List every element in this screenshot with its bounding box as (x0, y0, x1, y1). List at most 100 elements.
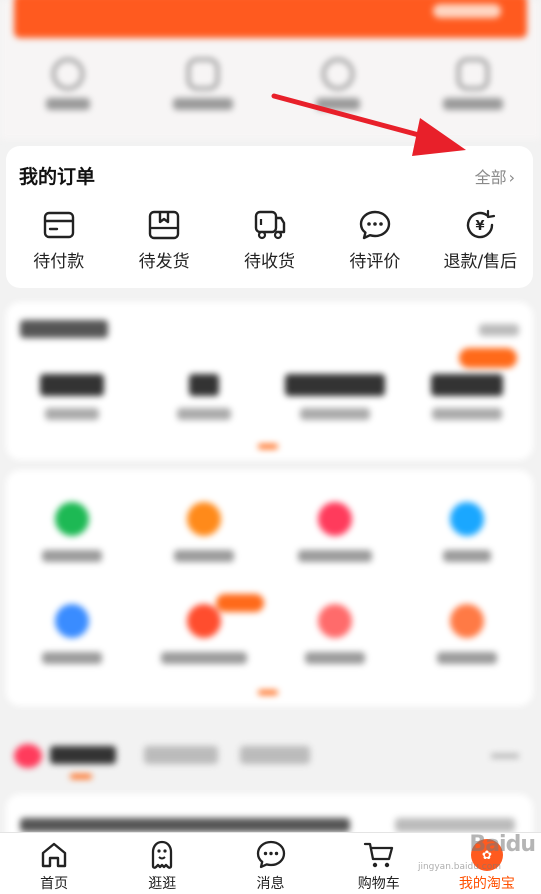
tab-browse[interactable]: 逛逛 (108, 833, 216, 894)
tool-icon (186, 502, 221, 536)
tools-grid-card (6, 470, 533, 706)
store-icon (186, 58, 219, 90)
feed-tab[interactable] (50, 746, 116, 764)
watermark-logo: Baidu (469, 832, 536, 857)
svg-text:¥: ¥ (476, 219, 485, 234)
coupon-icon (457, 58, 490, 90)
order-pending-payment[interactable]: 待付款 (6, 208, 111, 278)
benefit-value (285, 374, 386, 396)
wallet-icon (43, 211, 74, 239)
tool-icon (54, 502, 89, 536)
benefit-value (188, 374, 219, 396)
package-icon (148, 210, 180, 240)
home-icon (41, 842, 67, 868)
benefit-label (432, 408, 503, 420)
benefit-label (44, 408, 99, 420)
tool-icon (186, 604, 221, 638)
benefit-item[interactable] (6, 374, 138, 420)
feed-logo-icon (14, 744, 42, 768)
benefits-view-all-link[interactable] (479, 324, 519, 336)
tools-row (6, 502, 533, 562)
my-orders-card: 我的订单 全部 › 待付款 待发货 待收货 待评价 ¥ 退款/售后 (6, 146, 533, 288)
tool-icon (450, 502, 485, 536)
top-section (0, 0, 541, 140)
feed-tabs (0, 720, 541, 780)
benefit-value (39, 374, 104, 396)
shortcut-coupon[interactable] (406, 58, 541, 128)
benefits-card (6, 302, 533, 460)
benefits-badge (459, 348, 517, 368)
tool-label (437, 652, 498, 664)
tools-row (6, 604, 533, 664)
post-text (20, 818, 350, 832)
browse-icon (152, 840, 173, 869)
order-status-label: 退款/售后 (443, 252, 518, 272)
feed-tab-indicator (70, 774, 92, 779)
top-banner-button[interactable] (433, 4, 501, 18)
watermark-url: jingyan.baidu.com (417, 862, 501, 872)
tool-item[interactable] (138, 502, 270, 562)
tool-badge (216, 594, 264, 612)
tool-icon (450, 604, 485, 638)
benefit-item[interactable] (138, 374, 270, 420)
shortcut-store[interactable] (135, 58, 270, 128)
benefit-value (431, 374, 504, 396)
tab-label: 首页 (40, 876, 69, 892)
benefits-title (20, 320, 108, 338)
shortcut-footprint[interactable] (271, 58, 406, 128)
cart-icon (363, 842, 393, 868)
tab-label: 我的淘宝 (458, 876, 515, 892)
tool-item[interactable] (270, 502, 402, 562)
top-shortcut-row (0, 58, 541, 128)
order-status-label: 待付款 (33, 252, 85, 272)
shortcut-label (316, 98, 361, 110)
star-icon (51, 58, 84, 90)
tab-label: 消息 (256, 876, 285, 892)
tool-label (443, 550, 492, 562)
tab-home[interactable]: 首页 (0, 833, 108, 894)
tab-label: 逛逛 (148, 876, 177, 892)
benefit-label (300, 408, 371, 420)
benefit-item[interactable] (401, 374, 533, 420)
shortcut-favorites[interactable] (0, 58, 135, 128)
tool-label (298, 550, 373, 562)
chevron-right-icon: › (508, 168, 515, 187)
benefits-row (6, 374, 533, 420)
tool-label (173, 550, 234, 562)
orders-view-all-link[interactable]: 全部 › (475, 164, 515, 188)
message-icon (256, 840, 285, 869)
order-pending-shipment[interactable]: 待发货 (111, 208, 216, 278)
tab-label: 购物车 (357, 876, 400, 892)
order-refund-after-sales[interactable]: ¥ 退款/售后 (428, 208, 533, 278)
tool-item[interactable] (6, 502, 138, 562)
tool-item[interactable] (270, 604, 402, 664)
shortcut-label (443, 98, 504, 110)
feed-tab[interactable] (144, 746, 218, 764)
tool-item[interactable] (401, 604, 533, 664)
top-banner[interactable] (14, 0, 527, 38)
more-icon[interactable] (491, 754, 519, 758)
carousel-indicator (258, 690, 278, 695)
shortcut-label (172, 98, 233, 110)
post-meta (395, 818, 515, 832)
shortcut-label (45, 98, 90, 110)
tool-icon (54, 604, 89, 638)
tool-icon (318, 604, 353, 638)
order-status-label: 待评价 (349, 252, 401, 272)
feed-tab[interactable] (240, 746, 310, 764)
order-pending-review[interactable]: 待评价 (322, 208, 427, 278)
tool-icon (318, 502, 353, 536)
comment-icon (359, 210, 391, 240)
benefit-item[interactable] (270, 374, 402, 420)
tool-label (41, 652, 102, 664)
truck-icon (254, 210, 285, 240)
view-all-label: 全部 (474, 168, 507, 187)
tool-item[interactable] (6, 604, 138, 664)
tool-item[interactable] (401, 502, 533, 562)
tab-cart[interactable]: 购物车 (325, 833, 433, 894)
tab-messages[interactable]: 消息 (216, 833, 324, 894)
tool-item[interactable] (138, 604, 270, 664)
order-status-label: 待发货 (138, 252, 190, 272)
order-pending-receipt[interactable]: 待收货 (217, 208, 322, 278)
orders-title: 我的订单 (19, 166, 96, 188)
